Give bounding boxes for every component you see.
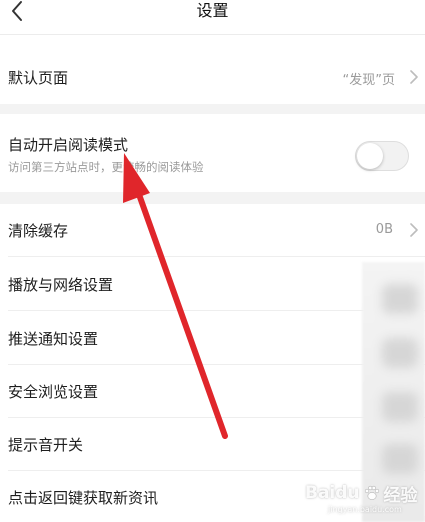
baidu-watermark: Baidu 经验 [305, 478, 418, 508]
watermark-suffix: 经验 [383, 485, 418, 506]
watermark-url: jingyan.baidu.com [328, 505, 402, 514]
watermark-brand: Baidu [305, 483, 360, 503]
annotation-arrow [123, 153, 228, 439]
paw-icon [364, 485, 379, 500]
